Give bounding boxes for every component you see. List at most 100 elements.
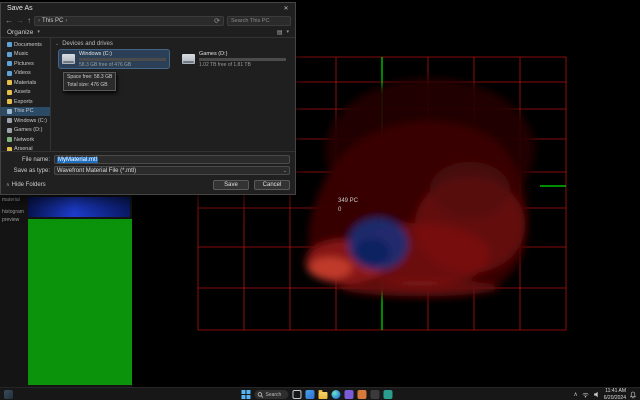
sidebar-item-network[interactable]: Network [1,135,50,145]
back-icon[interactable]: ← [5,17,13,25]
sidebar-item-games-d[interactable]: Games (D:) [1,126,50,136]
drive-name: Games (D:) [199,51,286,57]
histogram-label: histogram [2,209,24,217]
app-icon-orange[interactable] [357,390,366,399]
sidebar-item-this-pc[interactable]: This PC [1,107,50,117]
scanned-object-mesh[interactable] [305,78,535,298]
drives-row: Windows (C:) 58.3 GB free of 476 GB Game… [59,50,289,68]
app-icon-dark[interactable] [370,390,379,399]
search-box[interactable] [227,16,291,26]
forward-icon[interactable]: → [16,17,24,25]
task-view-button[interactable] [292,390,301,399]
save-as-type-value: Wavefront Material File (*.mtl) [57,168,136,174]
videos-icon [7,71,12,76]
sidebar-item-label: Exports [14,99,33,105]
sidebar-item-pictures[interactable]: Pictures [1,59,50,69]
dialog-titlebar[interactable]: Save As ✕ [1,3,295,14]
folder-icon [7,99,12,104]
chevron-down-icon[interactable]: ▾ [286,29,289,35]
tooltip-total-size: Total size: 476 GB [67,82,112,90]
drive-tooltip: Space free: 58.3 GB Total size: 476 GB [63,72,116,91]
drive-usage-bar [79,58,166,61]
material-panel-title: material [2,197,20,203]
sidebar-item-materials[interactable]: Materials [1,78,50,88]
sidebar-item-videos[interactable]: Videos [1,69,50,79]
sidebar-item-label: Pictures [14,61,34,67]
navigation-tree: Documents Music Pictures Videos Material… [1,38,51,151]
green-preview-area[interactable] [28,219,132,385]
taskbar: Search ∧ 11:41 AM 6/20/2024 [0,387,640,400]
close-icon[interactable]: ✕ [277,3,295,14]
search-label: Search [265,392,281,398]
corner-app-icon[interactable] [4,390,13,399]
sidebar-item-label: Music [14,51,28,57]
windows-logo-icon [241,390,250,399]
sidebar-item-label: Documents [14,42,42,48]
sidebar-item-assets[interactable]: Assets [1,88,50,98]
sidebar-item-label: Windows (C:) [14,118,47,124]
volume-icon[interactable] [593,391,600,398]
refresh-icon[interactable]: ⟳ [214,17,220,25]
tray-chevron-up-icon[interactable]: ∧ [573,392,577,398]
drive-free-text: 58.3 GB free of 476 GB [79,62,166,68]
histogram-bar[interactable] [28,197,130,217]
save-as-type-row: Save as type: Wavefront Material File (*… [6,166,290,175]
hud-count: 349 PC [338,197,358,206]
app-icon-purple[interactable] [344,390,353,399]
drive-icon [62,54,75,64]
organize-button[interactable]: Organize [7,29,33,36]
file-explorer-icon[interactable] [318,392,327,399]
drive-games-d[interactable]: Games (D:) 1.02 TB free of 1.81 TB [179,50,289,68]
drive-name: Windows (C:) [79,51,166,57]
drive-info: Windows (C:) 58.3 GB free of 476 GB [79,51,166,68]
taskbar-search[interactable]: Search [254,390,288,399]
cancel-button[interactable]: Cancel [254,180,290,190]
dialog-footer: File name: MyMaterial.mtl Save as type: … [1,151,295,194]
sidebar-item-label: Videos [14,70,31,76]
wifi-icon[interactable] [582,392,589,398]
start-button[interactable] [241,390,250,399]
network-icon [7,137,12,142]
viewport-hud: 349 PC 0 [338,197,358,215]
drive-icon [7,128,12,133]
hide-folders-button[interactable]: ∧ Hide Folders [6,182,46,188]
documents-icon [7,42,12,47]
save-as-dialog: Save As ✕ ← → ↑ › This PC › ⟳ Organize ▾… [0,2,296,195]
dialog-body: Documents Music Pictures Videos Material… [1,38,295,151]
hud-zero: 0 [338,206,358,215]
sidebar-item-label: Games (D:) [14,127,42,133]
save-button[interactable]: Save [213,180,249,190]
breadcrumb[interactable]: › This PC › ⟳ [34,16,224,26]
widgets-icon[interactable] [305,390,314,399]
preview-label: preview [2,217,24,225]
section-label: Devices and drives [62,41,113,47]
notification-bell-icon[interactable] [630,391,636,399]
dialog-title: Save As [7,5,277,12]
up-icon[interactable]: ↑ [27,17,31,25]
sidebar-item-music[interactable]: Music [1,50,50,60]
file-name-input[interactable]: MyMaterial.mtl [54,155,290,164]
devices-and-drives-header[interactable]: ⌄ Devices and drives [55,41,291,47]
sidebar-item-windows-c[interactable]: Windows (C:) [1,116,50,126]
views-icon[interactable]: ▤ [277,29,283,36]
taskbar-center: Search [241,390,392,399]
edge-browser-icon[interactable] [331,390,340,399]
drive-icon [7,118,12,123]
chevron-up-icon: ∧ [6,182,10,188]
sidebar-item-exports[interactable]: Exports [1,97,50,107]
search-input[interactable] [231,18,287,24]
desktop: 349 PC 0 material histogram preview Save… [0,0,640,400]
file-list-pane: ⌄ Devices and drives Windows (C:) 58.3 G… [51,38,295,151]
chevron-down-icon: ⌄ [55,41,59,47]
save-as-type-label: Save as type: [6,168,50,174]
sidebar-item-label: This PC [14,108,34,114]
system-tray: ∧ 11:41 AM 6/20/2024 [573,388,636,400]
tooltip-space-free: Space free: 58.3 GB [67,74,112,82]
breadcrumb-this-pc[interactable]: This PC [42,18,63,24]
drive-windows-c[interactable]: Windows (C:) 58.3 GB free of 476 GB [59,50,169,68]
save-as-type-select[interactable]: Wavefront Material File (*.mtl) ⌄ [54,166,290,175]
clock[interactable]: 11:41 AM 6/20/2024 [604,388,626,400]
sidebar-item-documents[interactable]: Documents [1,40,50,50]
app-icon-teal[interactable] [383,390,392,399]
file-name-label: File name: [6,157,50,163]
